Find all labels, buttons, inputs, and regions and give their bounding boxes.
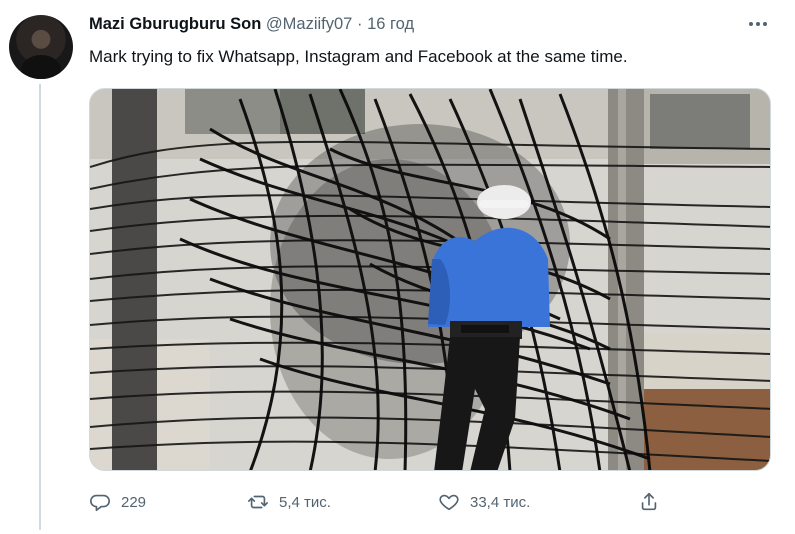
tweet-media[interactable]: [89, 88, 771, 471]
more-icon[interactable]: [747, 13, 769, 35]
share-button[interactable]: [638, 486, 660, 518]
separator-dot: ·: [356, 15, 363, 33]
retweet-count: 5,4 тис.: [279, 493, 331, 511]
like-icon: [439, 494, 459, 511]
tweet-actions: 229 5,4 тис. 33,4 тис.: [89, 486, 771, 518]
reply-icon: [90, 494, 110, 512]
tweet-text: Mark trying to fix Whatsapp, Instagram a…: [89, 47, 628, 66]
reply-count: 229: [121, 493, 147, 511]
tweet-time[interactable]: 16 год: [367, 15, 414, 33]
avatar[interactable]: [9, 15, 73, 79]
tweet-photo: [90, 89, 770, 470]
thread-line: [39, 84, 41, 530]
author-handle[interactable]: @Maziify07: [266, 15, 352, 33]
share-icon: [641, 492, 657, 511]
retweet-icon: [248, 495, 268, 509]
retweet-button[interactable]: 5,4 тис.: [247, 486, 331, 518]
reply-button[interactable]: 229: [89, 486, 146, 518]
author-name[interactable]: Mazi Gburugburu Son: [89, 15, 261, 33]
like-count: 33,4 тис.: [470, 493, 531, 511]
tweet-header: Mazi Gburugburu Son @Maziify07 · 16 год: [89, 15, 414, 37]
like-button[interactable]: 33,4 тис.: [438, 486, 530, 518]
